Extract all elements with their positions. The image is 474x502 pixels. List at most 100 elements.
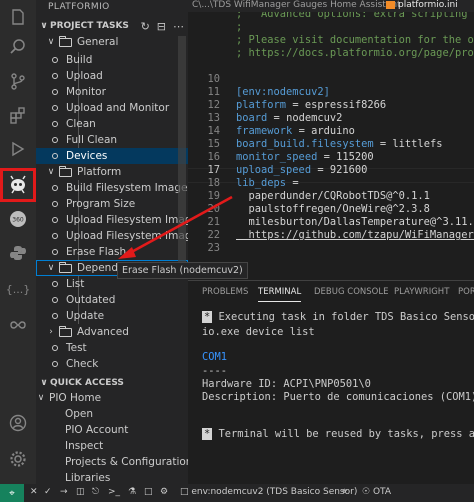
plug-status-icon[interactable]: ⌖ <box>342 487 347 497</box>
json-braces-icon[interactable]: {...} <box>0 272 36 306</box>
search-icon[interactable] <box>0 30 36 64</box>
tree-folder[interactable]: ∨ General <box>36 34 188 50</box>
panel-tab[interactable]: DEBUG CONSOLE <box>314 287 388 297</box>
tree-task[interactable]: Outdated <box>36 292 188 308</box>
code-line: [env:nodemcuv2] <box>236 86 330 98</box>
quick-access-label: Projects & Configuration <box>65 456 188 468</box>
folder-icon <box>59 325 72 337</box>
code-text: paulstoffregen/OneWire@^2.3.8 <box>236 203 430 215</box>
task-circle-icon <box>52 185 58 191</box>
tree-task[interactable]: Clean <box>36 116 188 132</box>
line-number: 22 <box>207 229 220 241</box>
tree-task[interactable]: Devices <box>36 148 188 164</box>
code-line: paperdunder/CQRobotTDS@^0.1.1 <box>236 190 430 202</box>
quick-access-item[interactable]: Inspect <box>36 438 188 454</box>
tree-task[interactable]: Upload and Monitor <box>36 100 188 116</box>
ota-status[interactable]: ☉ OTA <box>362 487 391 497</box>
close-icon[interactable]: ✕ <box>30 487 38 497</box>
tree-task[interactable]: Full Clean <box>36 132 188 148</box>
three-sixty-icon[interactable]: 360 <box>0 202 36 236</box>
run-debug-icon[interactable] <box>0 132 36 166</box>
tree-label: Erase Flash <box>66 246 127 258</box>
account-icon[interactable] <box>0 406 36 440</box>
sidebar-scrollbar[interactable] <box>178 36 186 266</box>
line-number: 11 <box>207 86 220 98</box>
flask-icon[interactable]: ⚗ <box>128 487 136 497</box>
tree-label: Monitor <box>66 86 106 98</box>
panel-tab[interactable]: PLAYWRIGHT <box>394 287 449 297</box>
task-circle-icon <box>52 73 58 79</box>
python-icon[interactable] <box>0 236 36 270</box>
quick-access-item[interactable]: Libraries <box>36 470 188 484</box>
remote-link-icon[interactable] <box>0 308 36 342</box>
tab-breadcrumb-file[interactable]: C\...\TDS WifiManager Gauges Home Assist… <box>192 0 401 10</box>
tree-task[interactable]: Erase Flash <box>36 244 188 260</box>
folder-status-icon[interactable]: □ <box>144 487 153 497</box>
tree-folder[interactable]: › Advanced <box>36 324 188 340</box>
code-text: [env:nodemcuv2] <box>236 86 330 98</box>
task-circle-icon <box>52 121 58 127</box>
quick-access-folder[interactable]: ∨ PIO Home <box>36 390 188 406</box>
task-circle-icon <box>52 249 58 255</box>
line-number: 10 <box>207 73 220 85</box>
more-actions-icon[interactable]: ⋯ <box>173 20 184 33</box>
line-number: 14 <box>207 125 220 137</box>
tree-folder[interactable]: ∨ Platform <box>36 164 188 180</box>
tree-task[interactable]: Program Size <box>36 196 188 212</box>
ota-label: OTA <box>372 487 391 497</box>
tab-platformio-ini[interactable]: platformio.ini <box>386 0 458 10</box>
tree-task[interactable]: Test <box>36 340 188 356</box>
gear-status-icon[interactable]: ⚙ <box>160 487 168 497</box>
tree-label: Platform <box>77 166 122 178</box>
terminal-line: * Terminal will be reused by tasks, pres… <box>202 428 474 440</box>
tree-label: General <box>77 36 119 48</box>
quick-access-item[interactable]: Open <box>36 406 188 422</box>
collapse-all-icon[interactable]: ⊟ <box>157 20 166 33</box>
line-number: 15 <box>207 138 220 150</box>
code-text: board_build.filesystem = littlefs <box>236 138 443 150</box>
arrow-right-icon[interactable]: → <box>60 487 68 497</box>
explorer-icon[interactable] <box>0 0 36 34</box>
trash-icon[interactable]: ◫ <box>76 487 85 497</box>
gear-icon[interactable] <box>0 442 36 476</box>
tree-task[interactable]: Upload Filesystem Image ... <box>36 228 188 244</box>
task-circle-icon <box>52 137 58 143</box>
terminal-line: ---- <box>202 365 228 377</box>
code-line: milesburton/DallasTemperature@^3.11.0 <box>236 216 474 228</box>
platformio-alien-icon[interactable] <box>0 168 36 202</box>
platformio-sidebar: PLATFORMIO ∨ PROJECT TASKS ↻ ⊟ ⋯ ∨ Genera… <box>36 0 188 484</box>
code-editor[interactable]: ; Advanced options: extra scripting;; Pl… <box>188 12 474 280</box>
tree-task[interactable]: Check <box>36 356 188 372</box>
remote-indicator-icon[interactable]: ⌖ <box>0 484 24 502</box>
panel-tab[interactable]: POR <box>458 287 474 297</box>
quick-access-item[interactable]: Projects & Configuration <box>36 454 188 470</box>
env-selector[interactable]: □ env:nodemcuv2 (TDS Basico Sensor) <box>180 487 357 497</box>
source-control-icon[interactable] <box>0 64 36 98</box>
quick-access-label: PIO Account <box>65 424 129 436</box>
panel-tab[interactable]: TERMINAL <box>258 287 302 302</box>
terminal-icon[interactable]: >_ <box>108 487 120 497</box>
plug-icon[interactable]: ⎋ <box>92 487 99 497</box>
tree-task[interactable]: Build <box>36 52 188 68</box>
quick-access-item[interactable]: PIO Account <box>36 422 188 438</box>
tree-task[interactable]: Update <box>36 308 188 324</box>
terminal-line: * Executing task in folder TDS Basico Se… <box>202 311 474 323</box>
quick-access-section[interactable]: ∨ QUICK ACCESS <box>36 375 188 391</box>
code-text: https://github.com/tzapu/WiFiManager.git <box>236 229 474 241</box>
panel-tab[interactable]: PROBLEMS <box>202 287 248 297</box>
extensions-icon[interactable] <box>0 98 36 132</box>
tree-task[interactable]: Upload Filesystem Image <box>36 212 188 228</box>
chevron-down-icon: ∨ <box>37 393 45 403</box>
tree-label: Full Clean <box>66 134 118 146</box>
svg-text:360: 360 <box>12 217 24 224</box>
refresh-icon[interactable]: ↻ <box>141 20 150 33</box>
tree-label: Upload Filesystem Image ... <box>66 230 188 242</box>
status-bar: ⌖ ✕ ✓ → ◫ ⎋ >_ ⚗ □ ⚙ □ env:nodemcuv2 (TD… <box>0 484 474 502</box>
tree-task[interactable]: Build Filesystem Image <box>36 180 188 196</box>
line-number: 12 <box>207 99 220 111</box>
folder-icon <box>59 35 72 47</box>
tree-task[interactable]: Upload <box>36 68 188 84</box>
check-icon[interactable]: ✓ <box>44 487 52 497</box>
tree-task[interactable]: Monitor <box>36 84 188 100</box>
folder-icon <box>59 261 72 273</box>
